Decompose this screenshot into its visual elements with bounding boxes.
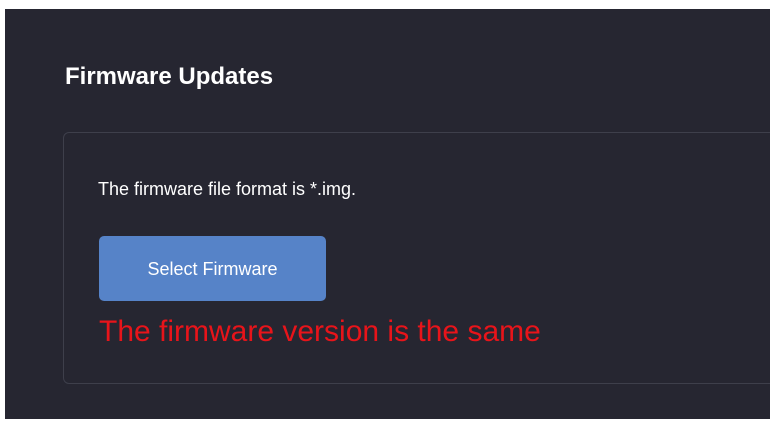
firmware-panel: Firmware Updates The firmware file forma… (5, 9, 770, 419)
section-title: Firmware Updates (65, 63, 274, 90)
bottom-margin (0, 419, 770, 428)
format-note: The firmware file format is *.img. (98, 179, 357, 199)
select-firmware-button[interactable]: Select Firmware (99, 236, 326, 301)
top-margin (0, 0, 770, 9)
status-message: The firmware version is the same (99, 315, 541, 348)
firmware-card: The firmware file format is *.img. Selec… (63, 132, 770, 384)
